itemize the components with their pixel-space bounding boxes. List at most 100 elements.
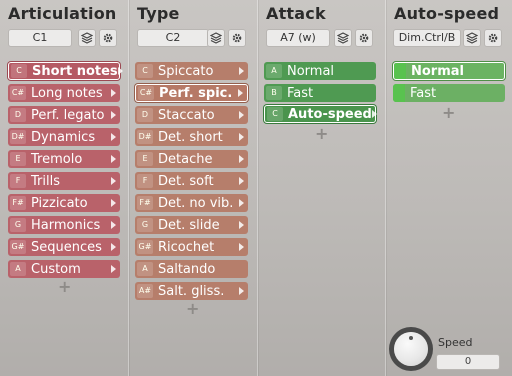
triangle-right-icon <box>239 177 244 185</box>
articulation-item-custom[interactable]: A Custom <box>8 260 120 278</box>
type-item-det-soft[interactable]: F Det. soft <box>135 172 248 190</box>
triangle-right-icon <box>111 155 116 163</box>
type-item-detache[interactable]: E Detache <box>135 150 248 168</box>
triangle-right-icon <box>239 199 244 207</box>
item-key: E <box>10 152 26 166</box>
type-item-staccato[interactable]: D Staccato <box>135 106 248 124</box>
gear-icon <box>103 33 113 43</box>
item-label: Spiccato <box>158 63 214 79</box>
triangle-right-icon <box>238 89 243 97</box>
triangle-right-icon <box>111 133 116 141</box>
triangle-right-icon <box>239 67 244 75</box>
item-key: A <box>266 64 282 78</box>
attack-item-auto-speed[interactable]: C Auto-speed <box>264 105 377 123</box>
type-item-det-slide[interactable]: G Det. slide <box>135 216 248 234</box>
articulation-item-harmonics[interactable]: G Harmonics <box>8 216 120 234</box>
articulation-key-field[interactable]: C1 <box>8 29 72 47</box>
item-label: Sequences <box>31 239 102 255</box>
articulation-add-button[interactable]: + <box>58 279 71 295</box>
item-key: G <box>137 218 153 232</box>
attack-item-normal[interactable]: A Normal <box>264 62 376 80</box>
item-label: Trills <box>31 173 60 189</box>
item-label: Fast <box>287 85 314 101</box>
type-item-salt-gliss[interactable]: A# Salt. gliss. <box>135 282 248 300</box>
type-item-saltando[interactable]: A Saltando <box>135 260 248 278</box>
type-title: Type <box>137 4 180 23</box>
articulation-item-tremolo[interactable]: E Tremolo <box>8 150 120 168</box>
item-key: G# <box>137 240 153 254</box>
articulation-item-dynamics[interactable]: D# Dynamics <box>8 128 120 146</box>
item-key: G# <box>10 240 26 254</box>
attack-settings-button[interactable] <box>355 29 373 47</box>
triangle-right-icon <box>111 221 116 229</box>
item-label: Detache <box>158 151 213 167</box>
type-column: Type C2 C Spiccato C# Perf. spic. D Stac… <box>129 0 257 376</box>
item-key: C <box>137 64 153 78</box>
item-label: Short notes <box>32 63 118 79</box>
articulation-settings-button[interactable] <box>99 29 117 47</box>
item-key: E <box>137 152 153 166</box>
item-key: C <box>11 64 27 78</box>
item-label: Pizzicato <box>31 195 88 211</box>
auto-speed-item-fast[interactable]: Fast <box>393 84 505 102</box>
item-key: F# <box>10 196 26 210</box>
item-label: Auto-speed <box>288 106 372 122</box>
articulation-layers-button[interactable] <box>78 29 96 47</box>
item-key: F <box>10 174 26 188</box>
articulation-item-sequences[interactable]: G# Sequences <box>8 238 120 256</box>
attack-add-button[interactable]: + <box>315 126 328 142</box>
type-item-spiccato[interactable]: C Spiccato <box>135 62 248 80</box>
item-key: C <box>267 107 283 121</box>
type-settings-button[interactable] <box>228 29 246 47</box>
item-label: Saltando <box>158 261 216 277</box>
item-key: F <box>137 174 153 188</box>
articulation-item-perf-legato[interactable]: D Perf. legato <box>8 106 120 124</box>
layers-icon <box>337 32 349 44</box>
item-label: Staccato <box>158 107 215 123</box>
type-key-field[interactable]: C2 <box>137 29 209 47</box>
item-key: A <box>10 262 26 276</box>
type-layers-button[interactable] <box>207 29 225 47</box>
item-label: Fast <box>410 85 437 101</box>
auto-speed-layers-button[interactable] <box>463 29 481 47</box>
attack-key-field[interactable]: A7 (w) <box>266 29 330 47</box>
attack-column: Attack A7 (w) A Normal B Fast C Auto-spe… <box>258 0 385 376</box>
item-key: G <box>10 218 26 232</box>
item-key: D <box>137 108 153 122</box>
item-label: Dynamics <box>31 129 96 145</box>
item-key: C# <box>138 86 154 100</box>
auto-speed-settings-button[interactable] <box>484 29 502 47</box>
articulation-item-short-notes[interactable]: C Short notes <box>8 62 123 80</box>
item-label: Normal <box>411 63 464 79</box>
triangle-right-icon <box>239 155 244 163</box>
speed-knob[interactable] <box>394 332 428 366</box>
triangle-right-icon <box>239 221 244 229</box>
item-label: Normal <box>287 63 335 79</box>
item-label: Perf. legato <box>31 107 105 123</box>
auto-speed-add-button[interactable]: + <box>442 105 455 121</box>
layers-icon <box>81 32 93 44</box>
type-item-ricochet[interactable]: G# Ricochet <box>135 238 248 256</box>
type-item-det-no-vib[interactable]: F# Det. no vib. <box>135 194 248 212</box>
type-item-det-short[interactable]: D# Det. short <box>135 128 248 146</box>
articulation-item-long-notes[interactable]: C# Long notes <box>8 84 120 102</box>
layers-icon <box>210 32 222 44</box>
item-label: Tremolo <box>31 151 83 167</box>
auto-speed-title: Auto-speed <box>394 4 500 23</box>
gear-icon <box>488 33 498 43</box>
speed-label: Speed <box>438 336 473 349</box>
triangle-right-icon <box>371 110 377 118</box>
auto-speed-item-normal[interactable]: Normal <box>393 62 505 80</box>
articulation-item-pizzicato[interactable]: F# Pizzicato <box>8 194 120 212</box>
type-item-perf-spic[interactable]: C# Perf. spic. <box>135 84 248 102</box>
type-add-button[interactable]: + <box>186 301 199 317</box>
attack-item-fast[interactable]: B Fast <box>264 84 376 102</box>
articulation-item-trills[interactable]: F Trills <box>8 172 120 190</box>
item-key: A <box>137 262 153 276</box>
attack-title: Attack <box>266 4 326 23</box>
color-swatch <box>393 84 405 102</box>
item-label: Det. short <box>158 129 223 145</box>
auto-speed-key-field[interactable]: Dim.Ctrl/B <box>393 29 461 47</box>
speed-value-field[interactable]: 0 <box>436 354 500 370</box>
attack-layers-button[interactable] <box>334 29 352 47</box>
